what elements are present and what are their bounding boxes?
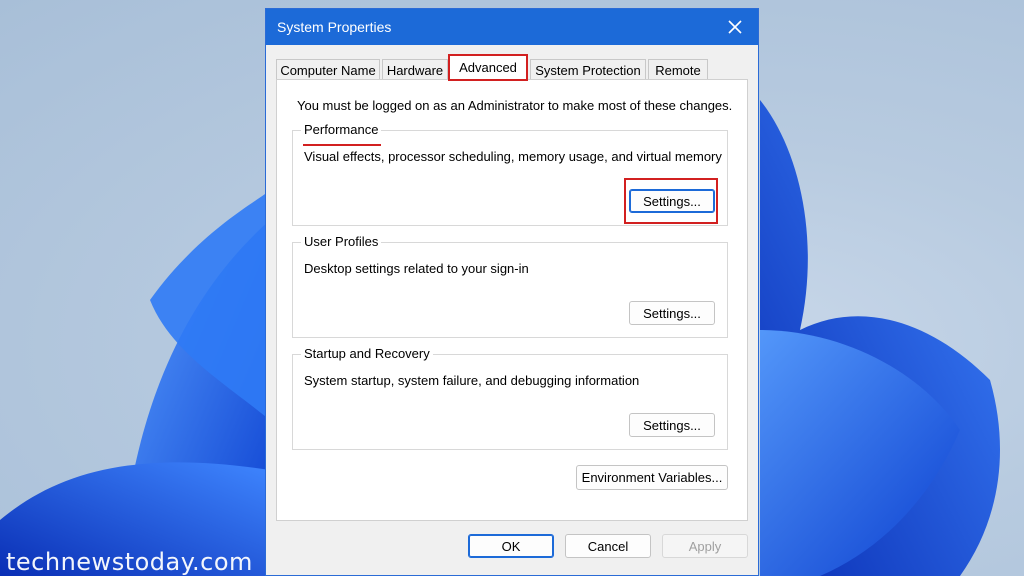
performance-description: Visual effects, processor scheduling, me…: [304, 149, 722, 164]
performance-group: Performance Visual effects, processor sc…: [292, 122, 728, 226]
tab-system-protection[interactable]: System Protection: [530, 59, 646, 80]
performance-underline: [303, 144, 381, 146]
performance-title: Performance: [301, 122, 382, 137]
tab-advanced[interactable]: Advanced: [448, 54, 528, 81]
window-title: System Properties: [277, 19, 392, 35]
tab-hardware[interactable]: Hardware: [382, 59, 448, 80]
performance-settings-button[interactable]: Settings...: [629, 189, 715, 213]
environment-variables-button[interactable]: Environment Variables...: [576, 465, 728, 490]
close-button[interactable]: [720, 13, 750, 41]
user-profiles-description: Desktop settings related to your sign-in: [304, 261, 529, 276]
cancel-button[interactable]: Cancel: [565, 534, 651, 558]
startup-recovery-settings-button[interactable]: Settings...: [629, 413, 715, 437]
title-bar: System Properties: [266, 9, 758, 45]
system-properties-dialog: System Properties Computer Name Hardware…: [265, 8, 759, 576]
watermark-text: technewstoday.com: [6, 548, 253, 576]
advanced-tab-panel: You must be logged on as an Administrato…: [276, 79, 748, 521]
user-profiles-title: User Profiles: [301, 234, 382, 249]
startup-recovery-description: System startup, system failure, and debu…: [304, 373, 640, 388]
startup-recovery-title: Startup and Recovery: [301, 346, 433, 361]
apply-button[interactable]: Apply: [662, 534, 748, 558]
tab-computer-name[interactable]: Computer Name: [276, 59, 380, 80]
startup-recovery-group: Startup and Recovery System startup, sys…: [292, 346, 728, 450]
user-profiles-settings-button[interactable]: Settings...: [629, 301, 715, 325]
user-profiles-group: User Profiles Desktop settings related t…: [292, 234, 728, 338]
tab-remote[interactable]: Remote: [648, 59, 708, 80]
close-icon: [728, 20, 742, 34]
ok-button[interactable]: OK: [468, 534, 554, 558]
admin-notice: You must be logged on as an Administrato…: [297, 98, 733, 113]
